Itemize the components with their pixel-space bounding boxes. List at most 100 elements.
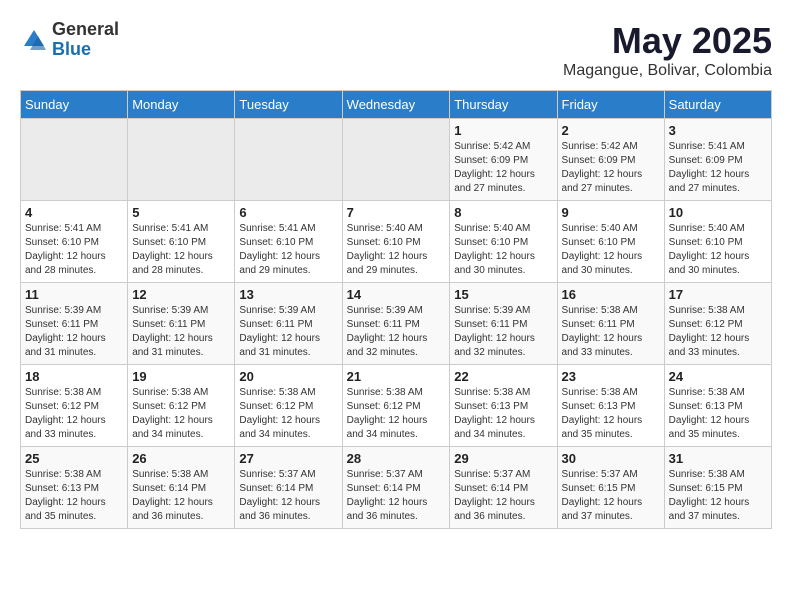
day-number: 7: [347, 205, 446, 220]
calendar-cell: 13 Sunrise: 5:39 AM Sunset: 6:11 PM Dayli…: [235, 283, 342, 365]
day-info: Sunrise: 5:40 AM Sunset: 6:10 PM Dayligh…: [347, 222, 446, 278]
calendar-cell: 26Sunrise: 5:38 AM Sunset: 6:14 PM Dayli…: [128, 447, 235, 529]
day-number: 30: [562, 451, 660, 466]
day-info: Sunrise: 5:41 AM Sunset: 6:09 PM Dayligh…: [669, 140, 767, 196]
day-number: 31: [669, 451, 767, 466]
day-info: Sunrise: 5:37 AM Sunset: 6:14 PM Dayligh…: [239, 468, 337, 524]
day-number: 17: [669, 287, 767, 302]
weekday-header: Sunday: [21, 91, 128, 119]
logo-icon: [20, 26, 48, 54]
weekday-header: Thursday: [450, 91, 557, 119]
day-info: Sunrise: 5:41 AM Sunset: 6:10 PM Dayligh…: [25, 222, 123, 278]
day-info: Sunrise: 5:38 AM Sunset: 6:13 PM Dayligh…: [562, 386, 660, 442]
day-info: Sunrise: 5:38 AM Sunset: 6:12 PM Dayligh…: [669, 304, 767, 360]
calendar-cell: 5Sunrise: 5:41 AM Sunset: 6:10 PM Daylig…: [128, 201, 235, 283]
day-info: Sunrise: 5:39 AM Sunset: 6:11 PM Dayligh…: [239, 304, 337, 360]
day-info: Sunrise: 5:40 AM Sunset: 6:10 PM Dayligh…: [669, 222, 767, 278]
logo-blue-text: Blue: [52, 40, 119, 60]
day-info: Sunrise: 5:38 AM Sunset: 6:12 PM Dayligh…: [25, 386, 123, 442]
logo: General Blue: [20, 20, 119, 60]
day-number: 21: [347, 369, 446, 384]
day-number: 23: [562, 369, 660, 384]
day-number: 28: [347, 451, 446, 466]
calendar-cell: 10 Sunrise: 5:40 AM Sunset: 6:10 PM Dayli…: [664, 201, 771, 283]
day-number: 4: [25, 205, 123, 220]
sub-title: Magangue, Bolivar, Colombia: [563, 62, 772, 80]
calendar-cell: 21 Sunrise: 5:38 AM Sunset: 6:12 PM Dayli…: [342, 365, 450, 447]
calendar-cell: 20 Sunrise: 5:38 AM Sunset: 6:12 PM Dayli…: [235, 365, 342, 447]
day-info: Sunrise: 5:38 AM Sunset: 6:13 PM Dayligh…: [669, 386, 767, 442]
calendar-cell: [21, 119, 128, 201]
day-number: 5: [132, 205, 230, 220]
calendar-cell: 23 Sunrise: 5:38 AM Sunset: 6:13 PM Dayli…: [557, 365, 664, 447]
day-info: Sunrise: 5:38 AM Sunset: 6:13 PM Dayligh…: [454, 386, 552, 442]
day-info: Sunrise: 5:39 AM Sunset: 6:11 PM Dayligh…: [347, 304, 446, 360]
day-info: Sunrise: 5:38 AM Sunset: 6:15 PM Dayligh…: [669, 468, 767, 524]
calendar-cell: 9 Sunrise: 5:40 AM Sunset: 6:10 PM Daylig…: [557, 201, 664, 283]
calendar-header-row: SundayMondayTuesdayWednesdayThursdayFrid…: [21, 91, 772, 119]
day-number: 29: [454, 451, 552, 466]
day-number: 26: [132, 451, 230, 466]
calendar-cell: 7 Sunrise: 5:40 AM Sunset: 6:10 PM Daylig…: [342, 201, 450, 283]
calendar-cell: 28Sunrise: 5:37 AM Sunset: 6:14 PM Dayli…: [342, 447, 450, 529]
day-number: 10: [669, 205, 767, 220]
calendar-cell: [342, 119, 450, 201]
day-info: Sunrise: 5:42 AM Sunset: 6:09 PM Dayligh…: [562, 140, 660, 196]
calendar-cell: 2Sunrise: 5:42 AM Sunset: 6:09 PM Daylig…: [557, 119, 664, 201]
day-number: 9: [562, 205, 660, 220]
day-info: Sunrise: 5:38 AM Sunset: 6:12 PM Dayligh…: [239, 386, 337, 442]
day-number: 16: [562, 287, 660, 302]
day-number: 20: [239, 369, 337, 384]
calendar-cell: [235, 119, 342, 201]
day-info: Sunrise: 5:37 AM Sunset: 6:14 PM Dayligh…: [454, 468, 552, 524]
calendar-cell: 30 Sunrise: 5:37 AM Sunset: 6:15 PM Dayli…: [557, 447, 664, 529]
day-number: 19: [132, 369, 230, 384]
calendar-cell: 17 Sunrise: 5:38 AM Sunset: 6:12 PM Dayli…: [664, 283, 771, 365]
calendar-week-row: 4 Sunrise: 5:41 AM Sunset: 6:10 PM Daylig…: [21, 201, 772, 283]
calendar-cell: 4 Sunrise: 5:41 AM Sunset: 6:10 PM Daylig…: [21, 201, 128, 283]
day-info: Sunrise: 5:39 AM Sunset: 6:11 PM Dayligh…: [454, 304, 552, 360]
calendar-week-row: 25Sunrise: 5:38 AM Sunset: 6:13 PM Dayli…: [21, 447, 772, 529]
day-number: 11: [25, 287, 123, 302]
calendar-cell: 11 Sunrise: 5:39 AM Sunset: 6:11 PM Dayli…: [21, 283, 128, 365]
day-info: Sunrise: 5:38 AM Sunset: 6:12 PM Dayligh…: [347, 386, 446, 442]
day-number: 14: [347, 287, 446, 302]
day-info: Sunrise: 5:38 AM Sunset: 6:11 PM Dayligh…: [562, 304, 660, 360]
day-number: 13: [239, 287, 337, 302]
calendar-cell: 19 Sunrise: 5:38 AM Sunset: 6:12 PM Dayli…: [128, 365, 235, 447]
day-number: 8: [454, 205, 552, 220]
day-number: 24: [669, 369, 767, 384]
day-number: 12: [132, 287, 230, 302]
day-number: 27: [239, 451, 337, 466]
day-number: 18: [25, 369, 123, 384]
day-info: Sunrise: 5:38 AM Sunset: 6:13 PM Dayligh…: [25, 468, 123, 524]
weekday-header: Wednesday: [342, 91, 450, 119]
day-info: Sunrise: 5:40 AM Sunset: 6:10 PM Dayligh…: [454, 222, 552, 278]
day-info: Sunrise: 5:39 AM Sunset: 6:11 PM Dayligh…: [132, 304, 230, 360]
weekday-header: Tuesday: [235, 91, 342, 119]
calendar-cell: 16 Sunrise: 5:38 AM Sunset: 6:11 PM Dayli…: [557, 283, 664, 365]
calendar-cell: 14 Sunrise: 5:39 AM Sunset: 6:11 PM Dayli…: [342, 283, 450, 365]
calendar-table: SundayMondayTuesdayWednesdayThursdayFrid…: [20, 90, 772, 529]
calendar-week-row: 11 Sunrise: 5:39 AM Sunset: 6:11 PM Dayli…: [21, 283, 772, 365]
calendar-cell: 31 Sunrise: 5:38 AM Sunset: 6:15 PM Dayli…: [664, 447, 771, 529]
day-info: Sunrise: 5:40 AM Sunset: 6:10 PM Dayligh…: [562, 222, 660, 278]
day-info: Sunrise: 5:38 AM Sunset: 6:12 PM Dayligh…: [132, 386, 230, 442]
calendar-cell: 27 Sunrise: 5:37 AM Sunset: 6:14 PM Dayli…: [235, 447, 342, 529]
day-info: Sunrise: 5:39 AM Sunset: 6:11 PM Dayligh…: [25, 304, 123, 360]
calendar-cell: 8 Sunrise: 5:40 AM Sunset: 6:10 PM Daylig…: [450, 201, 557, 283]
weekday-header: Friday: [557, 91, 664, 119]
calendar-week-row: 1Sunrise: 5:42 AM Sunset: 6:09 PM Daylig…: [21, 119, 772, 201]
day-info: Sunrise: 5:42 AM Sunset: 6:09 PM Dayligh…: [454, 140, 552, 196]
day-info: Sunrise: 5:41 AM Sunset: 6:10 PM Dayligh…: [239, 222, 337, 278]
calendar-week-row: 18 Sunrise: 5:38 AM Sunset: 6:12 PM Dayli…: [21, 365, 772, 447]
calendar-cell: 25Sunrise: 5:38 AM Sunset: 6:13 PM Dayli…: [21, 447, 128, 529]
weekday-header: Monday: [128, 91, 235, 119]
calendar-cell: 12 Sunrise: 5:39 AM Sunset: 6:11 PM Dayli…: [128, 283, 235, 365]
calendar-cell: 1Sunrise: 5:42 AM Sunset: 6:09 PM Daylig…: [450, 119, 557, 201]
calendar-cell: 18 Sunrise: 5:38 AM Sunset: 6:12 PM Dayli…: [21, 365, 128, 447]
title-block: May 2025 Magangue, Bolivar, Colombia: [563, 20, 772, 80]
calendar-cell: 24 Sunrise: 5:38 AM Sunset: 6:13 PM Dayli…: [664, 365, 771, 447]
calendar-cell: 15Sunrise: 5:39 AM Sunset: 6:11 PM Dayli…: [450, 283, 557, 365]
day-info: Sunrise: 5:37 AM Sunset: 6:15 PM Dayligh…: [562, 468, 660, 524]
